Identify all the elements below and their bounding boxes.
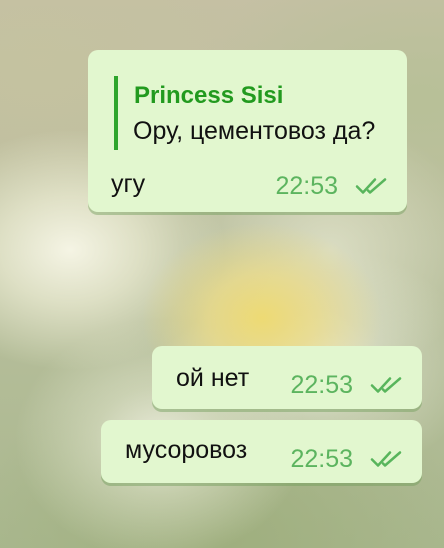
message-meta: 22:53 (290, 369, 406, 401)
reply-text: Ору, цементовоз да? (133, 117, 376, 145)
double-check-icon (370, 377, 402, 393)
message-meta: 22:53 (275, 170, 391, 202)
message-time: 22:53 (275, 172, 338, 200)
message-meta: 22:53 (290, 443, 406, 475)
message-text: угу (111, 170, 146, 198)
message-bubble[interactable]: Princess Sisi Ору, цементовоз да? угу 22… (88, 50, 407, 212)
reply-author: Princess Sisi (134, 82, 284, 109)
message-text: мусоровоз (125, 436, 248, 464)
double-check-icon (355, 178, 387, 194)
message-bubble[interactable]: ой нет 22:53 (152, 346, 422, 409)
message-time: 22:53 (290, 445, 353, 473)
message-bubble[interactable]: мусоровоз 22:53 (101, 420, 422, 483)
message-time: 22:53 (290, 371, 353, 399)
message-text: ой нет (176, 364, 250, 392)
reply-quote[interactable]: Princess Sisi Ору, цементовоз да? (114, 76, 408, 150)
double-check-icon (370, 451, 402, 467)
